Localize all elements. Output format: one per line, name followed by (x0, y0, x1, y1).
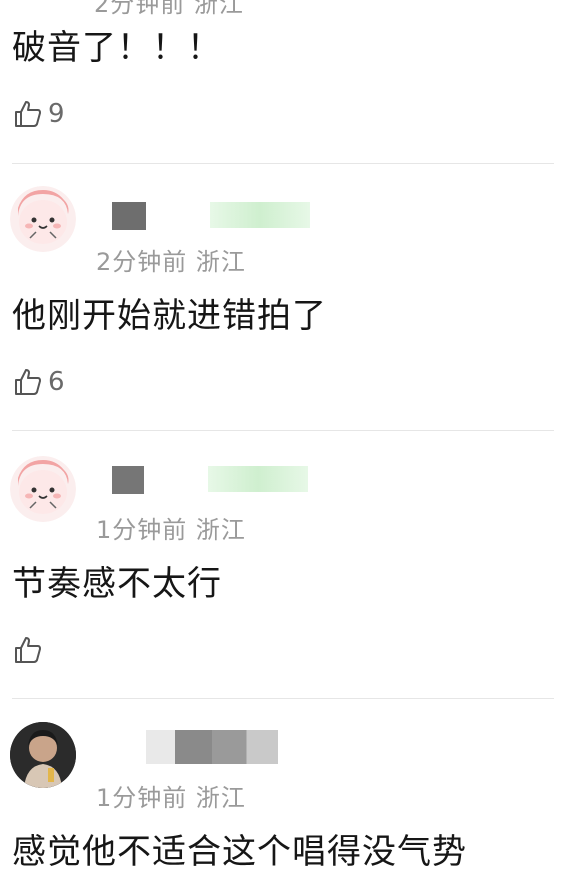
comment-meta: 1分钟前 浙江 (96, 516, 246, 544)
divider (12, 430, 554, 431)
comment-text: 节奏感不太行 (12, 564, 222, 604)
thumbs-up-icon (12, 98, 44, 130)
thumbs-up-icon (12, 634, 44, 666)
divider (12, 163, 554, 164)
comment-meta: 2分钟前 浙江 (96, 248, 246, 276)
like-button[interactable]: 6 (12, 366, 65, 398)
divider (12, 698, 554, 699)
thumbs-up-icon (12, 366, 44, 398)
badge-redacted (208, 466, 308, 492)
like-button[interactable] (12, 634, 48, 666)
avatar[interactable] (10, 456, 76, 522)
badge-redacted (210, 202, 310, 228)
comment-text: 破音了！！！ (12, 28, 222, 68)
like-button[interactable]: 9 (12, 98, 65, 130)
username-redacted (112, 466, 144, 494)
avatar[interactable] (10, 722, 76, 788)
avatar[interactable] (10, 186, 76, 252)
comment-text: 他刚开始就进错拍了 (12, 296, 327, 336)
like-count: 9 (48, 99, 65, 129)
comment-meta-partial: 2分钟前 浙江 (94, 0, 244, 18)
comment-list: 2分钟前 浙江 破音了！！！ 9 2分钟前 浙江 他刚开始就进错拍了 6 1分钟… (0, 0, 566, 879)
like-count: 6 (48, 367, 65, 397)
username-redacted (112, 202, 146, 230)
comment-meta: 1分钟前 浙江 (96, 784, 246, 812)
username-redacted (146, 730, 278, 764)
comment-text: 感觉他不适合这个唱得没气势 (12, 832, 467, 872)
